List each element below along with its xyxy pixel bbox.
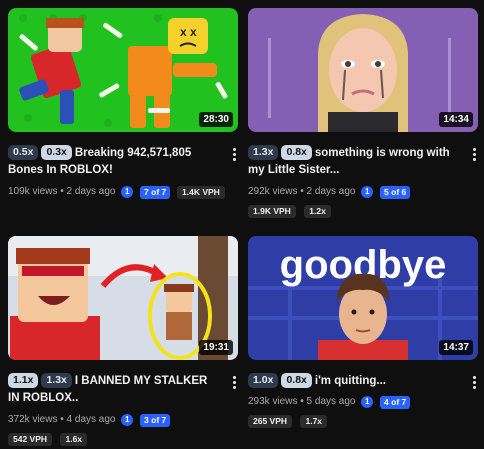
speed-badge: 0.5x (8, 145, 39, 160)
position-badge: 3 of 7 (140, 413, 171, 427)
speed-badge: 1.1x (8, 373, 39, 388)
more-vert-icon[interactable] (468, 375, 480, 391)
video-duration: 14:37 (439, 340, 473, 355)
video-title[interactable]: 1.0x 0.8x i'm quitting... (248, 373, 462, 390)
ratio-tag: 1.7x (300, 415, 328, 429)
video-thumbnail[interactable]: x x 28:30 (8, 8, 238, 132)
position-badge: 4 of 7 (380, 395, 411, 409)
speed-badge: 1.3x (248, 145, 279, 160)
position-badge: 5 of 6 (380, 185, 411, 199)
separator: • (300, 186, 304, 197)
ratio-tag: 1.6x (60, 433, 88, 447)
video-duration: 28:30 (199, 112, 233, 127)
video-thumbnail[interactable]: goodbye 14:37 (248, 236, 478, 360)
video-thumbnail[interactable]: 14:34 (248, 8, 478, 132)
view-count: 372k views (8, 414, 58, 425)
more-vert-icon[interactable] (228, 375, 240, 391)
speed-badge: 0.8x (281, 145, 312, 160)
info-badge: 1 (361, 186, 374, 198)
speed-badge: 0.8x (281, 373, 312, 388)
video-title[interactable]: 1.3x 0.8x something is wrong with my Littl… (248, 145, 462, 179)
info-badge: 1 (121, 186, 134, 198)
upload-age: 4 days ago (66, 414, 116, 425)
vph-tag: 265 VPH (248, 415, 293, 429)
video-info: 292k views • 2 days ago 1 5 of 6 (248, 185, 478, 200)
info-badge: 1 (361, 396, 374, 408)
vph-tag: 542 VPH (8, 433, 53, 447)
upload-age: 5 days ago (306, 396, 356, 407)
info-badge: 1 (121, 414, 134, 426)
video-title-text[interactable]: i'm quitting... (315, 375, 386, 387)
vph-tag: 1.4K VPH (177, 185, 225, 199)
separator: • (300, 396, 304, 407)
view-count: 293k views (248, 396, 298, 407)
more-vert-icon[interactable] (468, 147, 480, 163)
video-info: 293k views • 5 days ago 1 4 of 7 (248, 395, 478, 410)
vph-tag: 1.9K VPH (248, 205, 296, 219)
video-duration: 14:34 (439, 112, 473, 127)
video-title-text[interactable]: something is wrong with my Little Sister… (248, 147, 450, 176)
video-title[interactable]: 1.1x 1.3x I BANNED MY STALKER IN ROBLOX.. (8, 373, 222, 407)
upload-age: 2 days ago (306, 186, 356, 197)
video-thumbnail[interactable]: 19:31 (8, 236, 238, 360)
ratio-tag: 1.2x (304, 205, 331, 219)
video-info: 109k views • 2 days ago 1 7 of 7 1.4K VP… (8, 185, 238, 200)
position-badge: 7 of 7 (140, 185, 171, 199)
speed-badge: 1.3x (41, 373, 72, 388)
speed-badge: 0.3x (41, 145, 72, 160)
speed-badge: 1.0x (248, 373, 279, 388)
view-count: 292k views (248, 186, 298, 197)
view-count: 109k views (8, 186, 58, 197)
separator: • (60, 414, 64, 425)
more-vert-icon[interactable] (228, 147, 240, 163)
upload-age: 2 days ago (66, 186, 116, 197)
video-duration: 19:31 (199, 340, 233, 355)
svg-text:x x: x x (180, 25, 197, 39)
separator: • (60, 186, 64, 197)
video-info: 372k views • 4 days ago 1 3 of 7 (8, 413, 238, 428)
video-title[interactable]: 0.5x 0.3x Breaking 942,571,805 Bones In RO… (8, 145, 222, 179)
